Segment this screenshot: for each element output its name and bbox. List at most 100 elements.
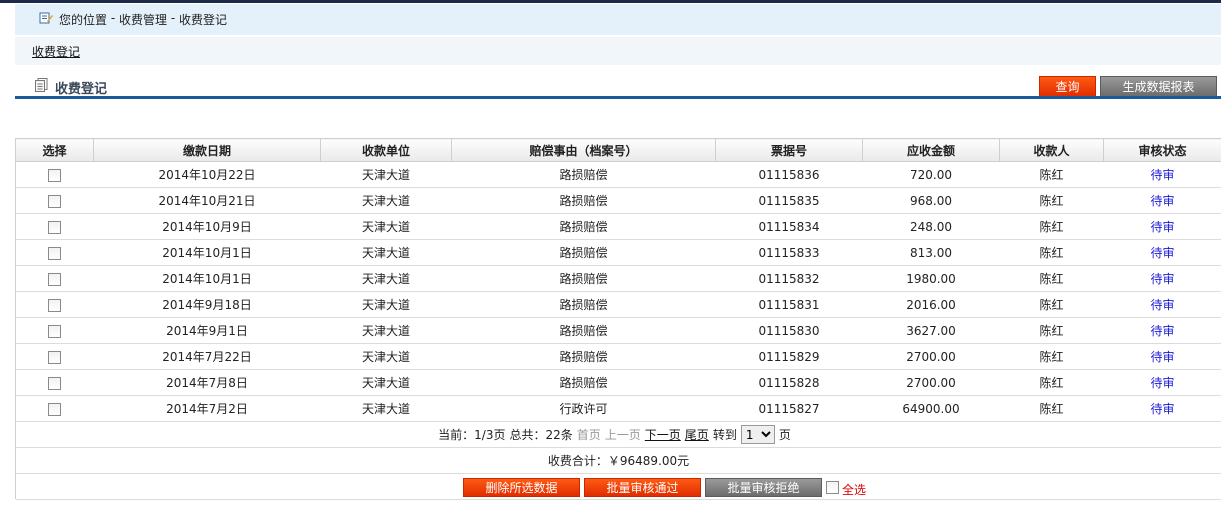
select-cell	[15, 161, 94, 188]
ticket-cell: 01115828	[715, 369, 863, 396]
row-checkbox[interactable]	[48, 376, 61, 390]
select-all-label[interactable]: 全选	[842, 481, 866, 498]
ticket-cell: 01115827	[715, 395, 863, 422]
unit-cell: 天津大道	[320, 213, 452, 240]
select-cell	[15, 187, 94, 214]
pager-goto-label: 转到	[712, 428, 737, 442]
breadcrumb-item: 收费管理	[118, 13, 167, 27]
payee-cell: 陈红	[999, 317, 1104, 344]
pager-last-link[interactable]: 尾页	[685, 426, 709, 443]
payee-cell: 陈红	[999, 369, 1104, 396]
document-icon	[35, 78, 48, 92]
column-header-reason: 赔偿事由（档案号）	[451, 138, 716, 162]
status-link[interactable]: 待审	[1150, 402, 1174, 416]
page-select[interactable]: 1	[740, 425, 775, 444]
status-link[interactable]: 待审	[1150, 194, 1174, 208]
pager-row: 当前：1/3页 总共：22条 首页 上一页 下一页 尾页 转到 1 页	[15, 421, 1221, 448]
row-checkbox[interactable]	[48, 220, 61, 234]
status-link[interactable]: 待审	[1150, 324, 1174, 338]
table-row: 2014年10月1日 天津大道 路损赔偿 01115832 1980.00 陈红 待审	[15, 265, 1221, 292]
date-cell: 2014年10月21日	[93, 187, 321, 214]
column-header-amount: 应收金额	[862, 138, 1000, 162]
sub-nav-bar: 收费登记	[15, 37, 1221, 65]
unit-cell: 天津大道	[320, 369, 452, 396]
generate-report-button[interactable]: 生成数据报表	[1100, 76, 1217, 97]
fee-register-table: 选择 缴款日期 收款单位 赔偿事由（档案号） 票据号 应收金额 收款人 审核状态…	[15, 138, 1221, 500]
subnav-link-fee-register[interactable]: 收费登记	[32, 43, 80, 60]
date-cell: 2014年7月8日	[93, 369, 321, 396]
table-header-row: 选择 缴款日期 收款单位 赔偿事由（档案号） 票据号 应收金额 收款人 审核状态	[15, 138, 1221, 162]
date-cell: 2014年10月1日	[93, 239, 321, 266]
select-cell	[15, 291, 94, 318]
reason-cell: 路损赔偿	[451, 369, 716, 396]
reason-cell: 路损赔偿	[451, 161, 716, 188]
ticket-cell: 01115834	[715, 213, 863, 240]
breadcrumb-separator: -	[167, 11, 179, 25]
status-link[interactable]: 待审	[1150, 350, 1174, 364]
table-row: 2014年10月9日 天津大道 路损赔偿 01115834 248.00 陈红 待审	[15, 213, 1221, 240]
status-cell: 待审	[1103, 317, 1221, 344]
table-row: 2014年10月1日 天津大道 路损赔偿 01115833 813.00 陈红 待审	[15, 239, 1221, 266]
location-bar: 您的位置 - 收费管理 - 收费登记	[15, 4, 1221, 35]
table-row: 2014年9月18日 天津大道 路损赔偿 01115831 2016.00 陈红 待审	[15, 291, 1221, 318]
pager: 当前：1/3页 总共：22条 首页 上一页 下一页 尾页 转到 1 页	[438, 425, 791, 444]
status-link[interactable]: 待审	[1150, 376, 1174, 390]
date-cell: 2014年10月9日	[93, 213, 321, 240]
column-header-ticket-no: 票据号	[715, 138, 863, 162]
status-link[interactable]: 待审	[1150, 298, 1174, 312]
breadcrumb-prefix: 您的位置	[59, 13, 108, 27]
edit-note-icon	[39, 12, 53, 24]
table-left-border	[15, 138, 16, 499]
date-cell: 2014年10月22日	[93, 161, 321, 188]
status-cell: 待审	[1103, 291, 1221, 318]
select-cell	[15, 265, 94, 292]
table-row: 2014年7月8日 天津大道 路损赔偿 01115828 2700.00 陈红 待审	[15, 369, 1221, 396]
date-cell: 2014年7月2日	[93, 395, 321, 422]
query-button[interactable]: 查询	[1039, 76, 1096, 97]
select-all-checkbox[interactable]	[826, 481, 839, 494]
status-link[interactable]: 待审	[1150, 168, 1174, 182]
status-link[interactable]: 待审	[1150, 220, 1174, 234]
pager-next-link[interactable]: 下一页	[645, 426, 681, 443]
amount-cell: 64900.00	[862, 395, 1000, 422]
row-checkbox[interactable]	[48, 246, 61, 260]
reason-cell: 路损赔偿	[451, 343, 716, 370]
table-row: 2014年7月2日 天津大道 行政许可 01115827 64900.00 陈红 待审	[15, 395, 1221, 422]
payee-cell: 陈红	[999, 161, 1104, 188]
ticket-cell: 01115835	[715, 187, 863, 214]
row-checkbox[interactable]	[48, 402, 61, 416]
unit-cell: 天津大道	[320, 265, 452, 292]
status-cell: 待审	[1103, 161, 1221, 188]
status-cell: 待审	[1103, 213, 1221, 240]
row-checkbox[interactable]	[48, 168, 61, 182]
column-header-receiving-unit: 收款单位	[320, 138, 452, 162]
breadcrumb: 您的位置 - 收费管理 - 收费登记	[59, 11, 227, 28]
batch-approve-button[interactable]: 批量审核通过	[584, 478, 701, 497]
row-checkbox[interactable]	[48, 298, 61, 312]
payee-cell: 陈红	[999, 239, 1104, 266]
row-checkbox[interactable]	[48, 194, 61, 208]
payee-cell: 陈红	[999, 265, 1104, 292]
amount-cell: 720.00	[862, 161, 1000, 188]
delete-selected-button[interactable]: 删除所选数据	[463, 478, 580, 497]
reason-cell: 路损赔偿	[451, 239, 716, 266]
reason-cell: 路损赔偿	[451, 265, 716, 292]
status-link[interactable]: 待审	[1150, 272, 1174, 286]
status-cell: 待审	[1103, 369, 1221, 396]
unit-cell: 天津大道	[320, 343, 452, 370]
amount-cell: 813.00	[862, 239, 1000, 266]
status-link[interactable]: 待审	[1150, 246, 1174, 260]
column-header-payee: 收款人	[999, 138, 1104, 162]
row-checkbox[interactable]	[48, 324, 61, 338]
status-cell: 待审	[1103, 265, 1221, 292]
status-cell: 待审	[1103, 239, 1221, 266]
row-checkbox[interactable]	[48, 272, 61, 286]
pager-first-link: 首页	[576, 428, 601, 442]
unit-cell: 天津大道	[320, 395, 452, 422]
batch-reject-button[interactable]: 批量审核拒绝	[705, 478, 822, 497]
date-cell: 2014年10月1日	[93, 265, 321, 292]
date-cell: 2014年9月18日	[93, 291, 321, 318]
amount-cell: 248.00	[862, 213, 1000, 240]
row-checkbox[interactable]	[48, 350, 61, 364]
column-header-status: 审核状态	[1103, 138, 1221, 162]
